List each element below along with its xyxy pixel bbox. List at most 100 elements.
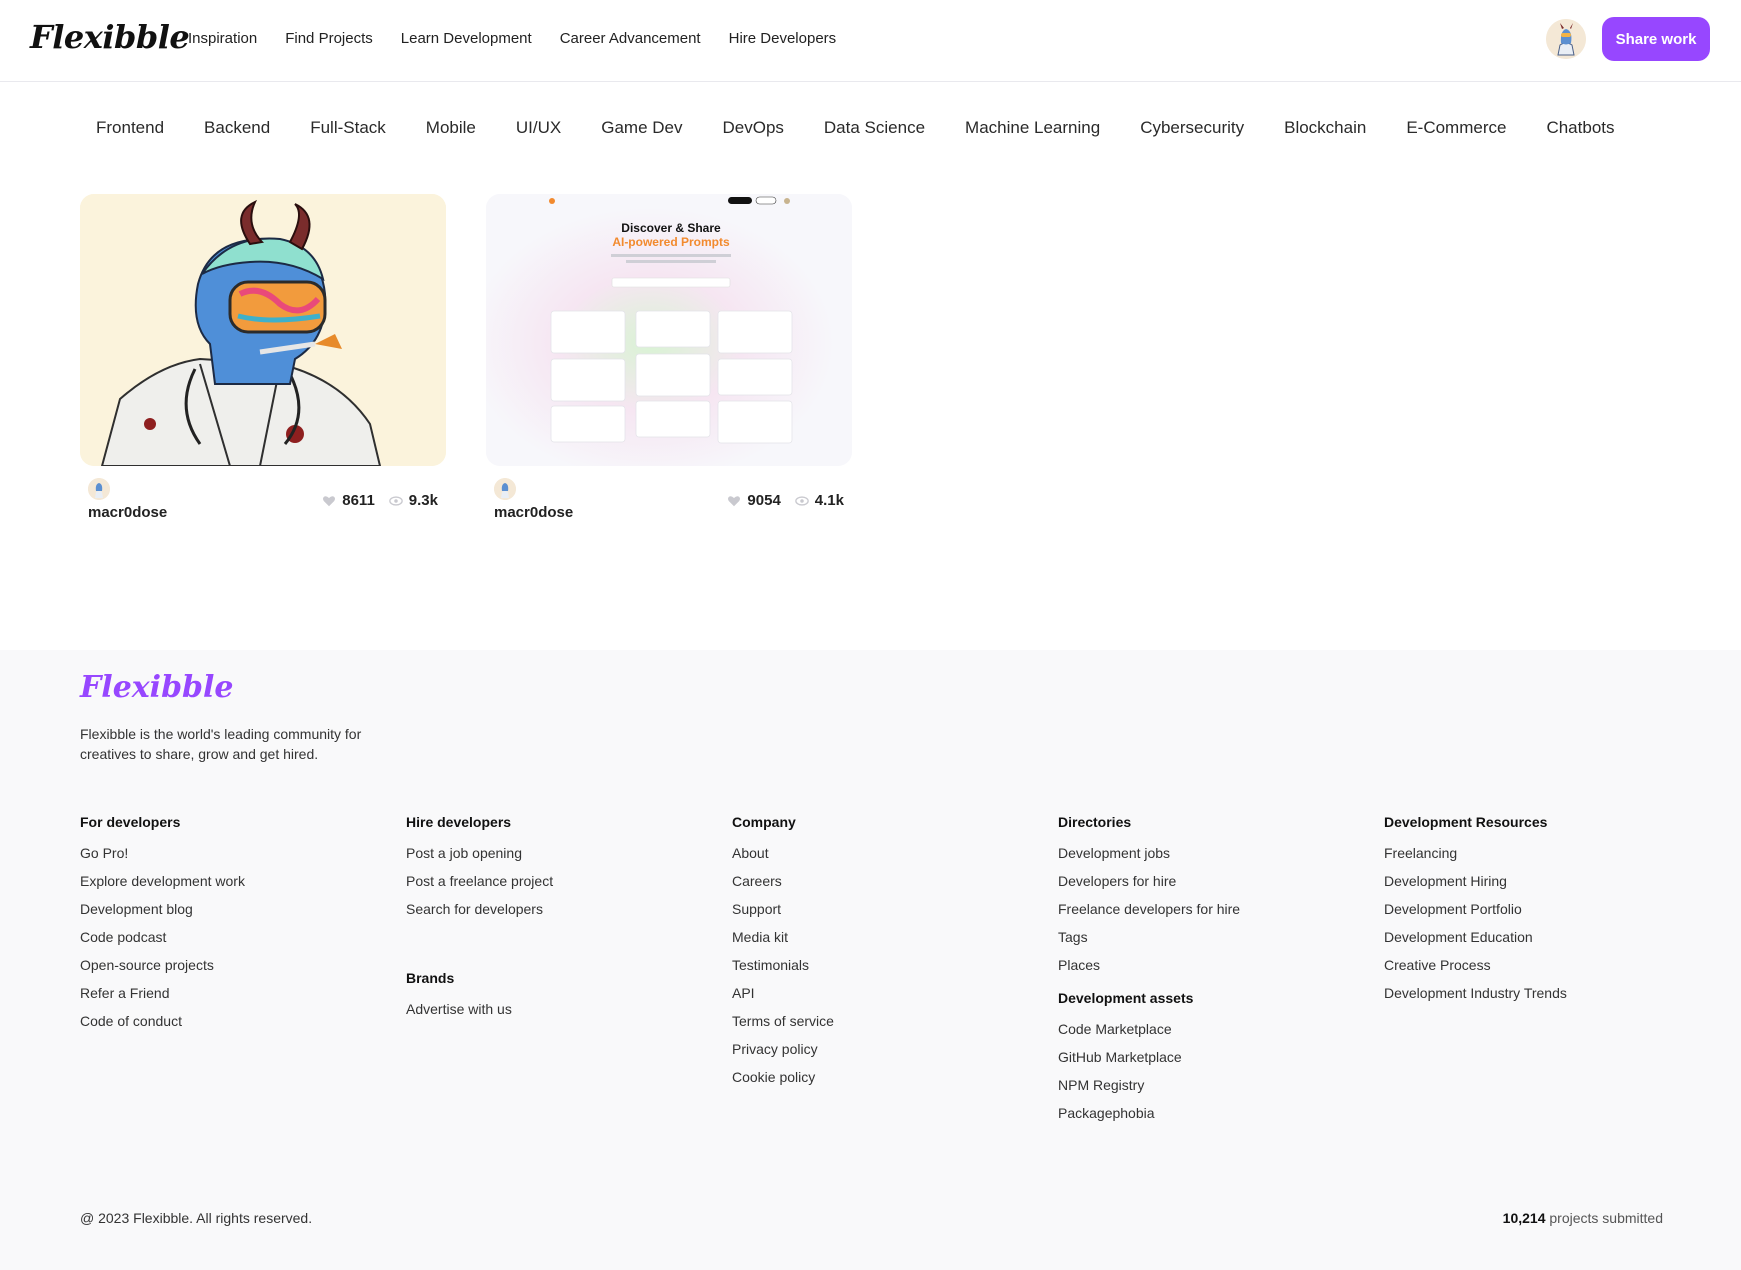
footer-link[interactable]: Developers for hire bbox=[1058, 872, 1240, 890]
footer-column-company: Company About Careers Support Media kit … bbox=[732, 814, 834, 1096]
project-stats: 8611 9.3k bbox=[322, 492, 438, 509]
category-devops[interactable]: DevOps bbox=[702, 118, 803, 138]
nav-inspiration[interactable]: Inspiration bbox=[188, 30, 257, 47]
author-avatar[interactable] bbox=[494, 478, 516, 500]
footer-link[interactable]: GitHub Marketplace bbox=[1058, 1048, 1240, 1066]
footer-link[interactable]: Places bbox=[1058, 956, 1240, 974]
nav-hire-developers[interactable]: Hire Developers bbox=[729, 30, 837, 47]
author-avatar[interactable] bbox=[88, 478, 110, 500]
footer-link[interactable]: Code of conduct bbox=[80, 1012, 245, 1030]
category-machine-learning[interactable]: Machine Learning bbox=[945, 118, 1120, 138]
category-ui-ux[interactable]: UI/UX bbox=[496, 118, 581, 138]
like-count: 8611 bbox=[342, 492, 375, 509]
view-count: 9.3k bbox=[408, 492, 438, 509]
footer-link[interactable]: Code podcast bbox=[80, 928, 245, 946]
footer-link[interactable]: Development blog bbox=[80, 900, 245, 918]
eye-icon bbox=[389, 495, 403, 506]
copyright-text: @ 2023 Flexibble. All rights reserved. bbox=[80, 1210, 313, 1226]
category-game-dev[interactable]: Game Dev bbox=[581, 118, 702, 138]
flexibble-logo[interactable]: Flexibble bbox=[30, 18, 190, 56]
footer-link[interactable]: Terms of service bbox=[732, 1012, 834, 1030]
nav-find-projects[interactable]: Find Projects bbox=[285, 30, 373, 47]
project-stats: 9054 4.1k bbox=[727, 492, 844, 509]
footer-column-for-developers: For developers Go Pro! Explore developme… bbox=[80, 814, 245, 1040]
category-chatbots[interactable]: Chatbots bbox=[1526, 118, 1634, 138]
footer-link[interactable]: Privacy policy bbox=[732, 1040, 834, 1058]
footer-heading: Company bbox=[732, 814, 796, 830]
footer-link[interactable]: Media kit bbox=[732, 928, 834, 946]
footer-column-hire-developers: Hire developers Post a job opening Post … bbox=[406, 814, 553, 1028]
footer-link[interactable]: Development Portfolio bbox=[1384, 900, 1567, 918]
footer-link[interactable]: Tags bbox=[1058, 928, 1240, 946]
footer-link[interactable]: API bbox=[732, 984, 834, 1002]
footer-link[interactable]: Development Hiring bbox=[1384, 872, 1567, 890]
footer-link[interactable]: Freelancing bbox=[1384, 844, 1567, 862]
share-work-button[interactable]: Share work bbox=[1602, 17, 1710, 61]
user-avatar[interactable] bbox=[1546, 19, 1586, 59]
footer-link[interactable]: Open-source projects bbox=[80, 956, 245, 974]
footer-link[interactable]: Development Industry Trends bbox=[1384, 984, 1567, 1002]
footer-link[interactable]: Careers bbox=[732, 872, 834, 890]
top-navbar: Flexibble Inspiration Find Projects Lear… bbox=[0, 0, 1741, 82]
footer-link[interactable]: Go Pro! bbox=[80, 844, 245, 862]
main-nav: Inspiration Find Projects Learn Developm… bbox=[188, 30, 836, 47]
project-thumbnail[interactable]: Discover & Share AI-powered Prompts bbox=[486, 194, 852, 466]
footer-link[interactable]: About bbox=[732, 844, 834, 862]
project-card: Discover & Share AI-powered Prompts macr… bbox=[486, 194, 852, 526]
nav-learn-development[interactable]: Learn Development bbox=[401, 30, 532, 47]
footer-link[interactable]: NPM Registry bbox=[1058, 1076, 1240, 1094]
project-meta: macr0dose 8611 9.3k bbox=[80, 466, 446, 526]
author-name[interactable]: macr0dose bbox=[494, 504, 573, 521]
footer-link[interactable]: Cookie policy bbox=[732, 1068, 834, 1086]
website-screenshot-image: Discover & Share AI-powered Prompts bbox=[486, 194, 852, 466]
footer-heading: Development Resources bbox=[1384, 814, 1548, 830]
nav-career-advancement[interactable]: Career Advancement bbox=[560, 30, 701, 47]
category-data-science[interactable]: Data Science bbox=[804, 118, 945, 138]
footer-link[interactable]: Testimonials bbox=[732, 956, 834, 974]
footer-tagline: Flexibble is the world's leading communi… bbox=[80, 726, 362, 762]
category-e-commerce[interactable]: E-Commerce bbox=[1386, 118, 1526, 138]
projects-count-number: 10,214 bbox=[1502, 1210, 1546, 1226]
category-blockchain[interactable]: Blockchain bbox=[1264, 118, 1386, 138]
footer-logo[interactable]: Flexibble bbox=[80, 670, 234, 705]
footer-link[interactable]: Post a job opening bbox=[406, 844, 553, 862]
project-thumbnail[interactable] bbox=[80, 194, 446, 466]
category-mobile[interactable]: Mobile bbox=[406, 118, 496, 138]
footer-link[interactable]: Post a freelance project bbox=[406, 872, 553, 890]
footer-link[interactable]: Support bbox=[732, 900, 834, 918]
footer-link[interactable]: Packagephobia bbox=[1058, 1104, 1240, 1122]
category-full-stack[interactable]: Full-Stack bbox=[290, 118, 406, 138]
like-count: 9054 bbox=[747, 492, 781, 509]
footer-link[interactable]: Code Marketplace bbox=[1058, 1020, 1240, 1038]
footer-link[interactable]: Advertise with us bbox=[406, 1000, 553, 1018]
heart-icon[interactable] bbox=[322, 494, 336, 508]
footer-link[interactable]: Search for developers bbox=[406, 900, 553, 918]
project-meta: macr0dose 9054 4.1k bbox=[486, 466, 852, 526]
footer-link[interactable]: Development Education bbox=[1384, 928, 1567, 946]
illustration-image bbox=[80, 194, 446, 466]
category-filter-bar: Frontend Backend Full-Stack Mobile UI/UX… bbox=[76, 118, 1635, 138]
footer-link[interactable]: Creative Process bbox=[1384, 956, 1567, 974]
thumb-subtitle: AI-powered Prompts bbox=[612, 235, 730, 249]
category-frontend[interactable]: Frontend bbox=[76, 118, 184, 138]
site-footer: Flexibble Flexibble is the world's leadi… bbox=[0, 650, 1741, 1270]
footer-link[interactable]: Explore development work bbox=[80, 872, 245, 890]
thumb-title: Discover & Share bbox=[621, 221, 721, 235]
category-backend[interactable]: Backend bbox=[184, 118, 290, 138]
footer-heading: For developers bbox=[80, 814, 181, 830]
footer-column-development-resources: Development Resources Freelancing Develo… bbox=[1384, 814, 1567, 1012]
footer-link[interactable]: Freelance developers for hire bbox=[1058, 900, 1240, 918]
author-name[interactable]: macr0dose bbox=[88, 504, 167, 521]
footer-column-directories: Directories Development jobs Developers … bbox=[1058, 814, 1240, 1132]
category-cybersecurity[interactable]: Cybersecurity bbox=[1120, 118, 1264, 138]
footer-link[interactable]: Refer a Friend bbox=[80, 984, 245, 1002]
footer-link[interactable]: Development jobs bbox=[1058, 844, 1240, 862]
footer-heading: Hire developers bbox=[406, 814, 512, 830]
footer-heading: Development assets bbox=[1058, 990, 1194, 1006]
project-card: macr0dose 8611 9.3k bbox=[80, 194, 446, 526]
eye-icon bbox=[795, 495, 809, 506]
view-count: 4.1k bbox=[814, 492, 844, 509]
projects-submitted: 10,214 projects submitted bbox=[1503, 1210, 1663, 1226]
footer-heading: Brands bbox=[406, 970, 455, 986]
heart-icon[interactable] bbox=[727, 494, 741, 508]
